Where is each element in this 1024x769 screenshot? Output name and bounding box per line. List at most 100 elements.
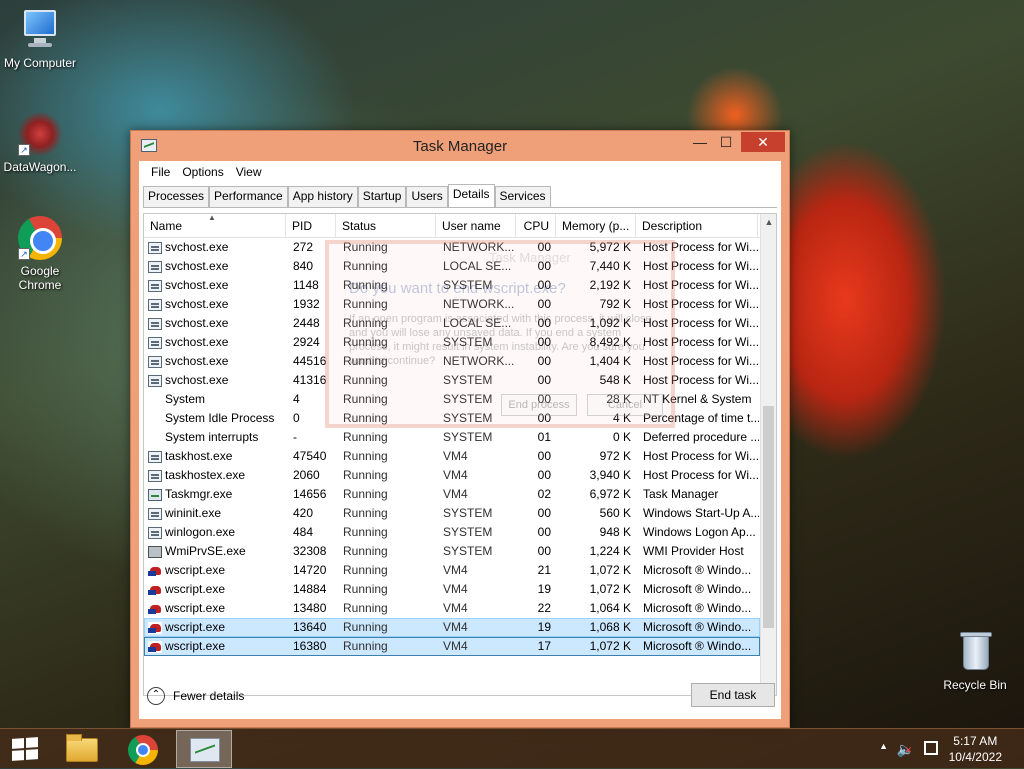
status-cell: Running [343,354,388,368]
table-row[interactable]: svchost.exe 44516 Running NETWORK... 00 1,404… [144,352,760,371]
table-row[interactable]: svchost.exe 272 Running NETWORK... 00 5,972 K… [144,238,760,257]
show-hidden-icons-icon[interactable]: ▲ [879,741,888,751]
table-row[interactable]: WmiPrvSE.exe 32308 Running SYSTEM 00 1,224 K W… [144,542,760,561]
column-header-row: ▲ Name PID Status User name CPU Memory (… [144,214,760,238]
table-row[interactable]: wscript.exe 13640 Running VM4 19 1,068 K Micro… [144,618,760,637]
column-header-description[interactable]: Description [636,214,758,238]
scroll-thumb[interactable] [763,406,774,628]
fewer-details-link[interactable]: ⌃ Fewer details [147,687,244,705]
table-row[interactable]: Taskmgr.exe 14656 Running VM4 02 6,972 K Task … [144,485,760,504]
user-name-cell: VM4 [443,639,468,653]
tab-startup[interactable]: Startup [357,186,407,207]
table-row[interactable]: wscript.exe 13480 Running VM4 22 1,064 K Micro… [144,599,760,618]
table-row[interactable]: System interrupts - Running SYSTEM 01 0 K Defe… [144,428,760,447]
tab-app-history[interactable]: App history [287,186,358,207]
status-cell: Running [343,430,388,444]
table-row[interactable]: taskhostex.exe 2060 Running VM4 00 3,940 K Hos… [144,466,760,485]
tab-users[interactable]: Users [406,186,448,207]
column-header-user-name[interactable]: User name [436,214,516,238]
end-task-button[interactable]: End task [691,683,775,707]
menu-bar: File Options View [139,161,781,183]
table-row[interactable]: svchost.exe 2924 Running SYSTEM 00 8,492 K Hos… [144,333,760,352]
cpu-cell: 00 [537,506,551,520]
cpu-cell: 00 [537,316,551,330]
chrome-icon [128,735,158,765]
table-row[interactable]: wscript.exe 16380 Running VM4 17 1,072 K Micro… [144,637,760,656]
cpu-cell: 21 [537,563,551,577]
pid-cell: 13640 [293,620,327,634]
cpu-cell: 19 [537,620,551,634]
table-row[interactable]: wininit.exe 420 Running SYSTEM 00 560 K Window… [144,504,760,523]
table-row[interactable]: wscript.exe 14884 Running VM4 19 1,072 K Micro… [144,580,760,599]
tab-details[interactable]: Details [447,184,495,207]
menu-file[interactable]: File [145,165,176,179]
user-name-cell: VM4 [443,468,468,482]
taskbar-task-manager[interactable] [176,730,232,768]
table-row[interactable]: svchost.exe 840 Running LOCAL SE... 00 7,440 … [144,257,760,276]
column-header-name[interactable]: ▲ Name [144,214,286,238]
column-header-cpu[interactable]: CPU [516,214,556,238]
pid-cell: 14656 [293,487,327,501]
user-name-cell: SYSTEM [443,544,493,558]
process-name-cell: wscript.exe [145,600,287,617]
svchost-process-icon [148,355,162,368]
table-row[interactable]: System Idle Process 0 Running SYSTEM 00 4 K Pe… [144,409,760,428]
table-row[interactable]: svchost.exe 1932 Running NETWORK... 00 792 K H… [144,295,760,314]
column-header-label: Name [150,219,183,233]
scroll-up-icon[interactable]: ▲ [761,214,776,230]
description-cell: Microsoft ® Windo... [643,582,752,596]
pid-cell: 14884 [293,582,327,596]
wscript-process-icon [148,602,162,615]
desktop-icon-recycle-bin[interactable]: Recycle Bin [935,630,1015,692]
table-row[interactable]: wscript.exe 14720 Running VM4 21 1,072 K Micro… [144,561,760,580]
tab-performance[interactable]: Performance [209,186,288,207]
table-row[interactable]: winlogon.exe 484 Running SYSTEM 00 948 K Windo… [144,523,760,542]
process-name: svchost.exe [165,354,229,368]
blank-process-icon [148,413,162,425]
desktop-icon-google-chrome[interactable]: ↗ Google Chrome [0,216,80,292]
cpu-cell: 00 [537,468,551,482]
close-button[interactable]: ✕ [741,132,785,152]
table-row[interactable]: taskhost.exe 47540 Running VM4 00 972 K Host P… [144,447,760,466]
cpu-cell: 00 [537,240,551,254]
datawagon-icon: ↗ [18,112,62,156]
network-icon[interactable] [924,741,938,755]
column-header-status[interactable]: Status [336,214,436,238]
status-cell: Running [343,449,388,463]
process-name: svchost.exe [165,240,229,254]
description-cell: Host Process for Wi... [643,335,759,349]
menu-view[interactable]: View [230,165,268,179]
clock[interactable]: 5:17 AM 10/4/2022 [949,733,1002,765]
column-header-memory[interactable]: Memory (p... [556,214,636,238]
taskbar-chrome[interactable] [115,730,171,768]
desktop-icon-datawagon[interactable]: ↗ DataWagon... [0,112,80,174]
status-cell: Running [343,240,388,254]
title-bar[interactable]: Task Manager — ☐ ✕ [131,131,789,161]
speaker-muted-icon[interactable]: 🔈 ✕ [897,741,914,758]
taskbar-file-explorer[interactable] [54,730,110,768]
svchost-process-icon [148,317,162,330]
minimize-button[interactable]: — [687,132,713,152]
tab-processes[interactable]: Processes [143,186,210,207]
svchost-process-icon [148,374,162,387]
pid-cell: 44516 [293,354,327,368]
vertical-scrollbar[interactable]: ▲ ▼ [760,214,776,695]
table-row[interactable]: svchost.exe 2448 Running LOCAL SE... 00 1,092… [144,314,760,333]
user-name-cell: VM4 [443,563,468,577]
table-row[interactable]: svchost.exe 41316 Running SYSTEM 00 548 K Host… [144,371,760,390]
shortcut-arrow-icon: ↗ [18,144,30,156]
menu-options[interactable]: Options [176,165,229,179]
desktop-icon-my-computer[interactable]: My Computer [0,8,80,70]
column-header-pid[interactable]: PID [286,214,336,238]
tab-services[interactable]: Services [494,186,551,207]
process-name-cell: svchost.exe [145,258,287,275]
svchost-process-icon [148,336,162,349]
process-name: wscript.exe [165,639,226,653]
table-row[interactable]: svchost.exe 1148 Running SYSTEM 00 2,192 K Hos… [144,276,760,295]
desktop-icon-label: Google Chrome [18,264,62,292]
clock-date: 10/4/2022 [948,750,1002,764]
table-row[interactable]: System 4 Running SYSTEM 00 28 K NT Kernel & Sy… [144,390,760,409]
memory-cell: 1,404 K [589,354,631,368]
maximize-button[interactable]: ☐ [713,132,739,152]
start-button[interactable] [0,729,50,769]
